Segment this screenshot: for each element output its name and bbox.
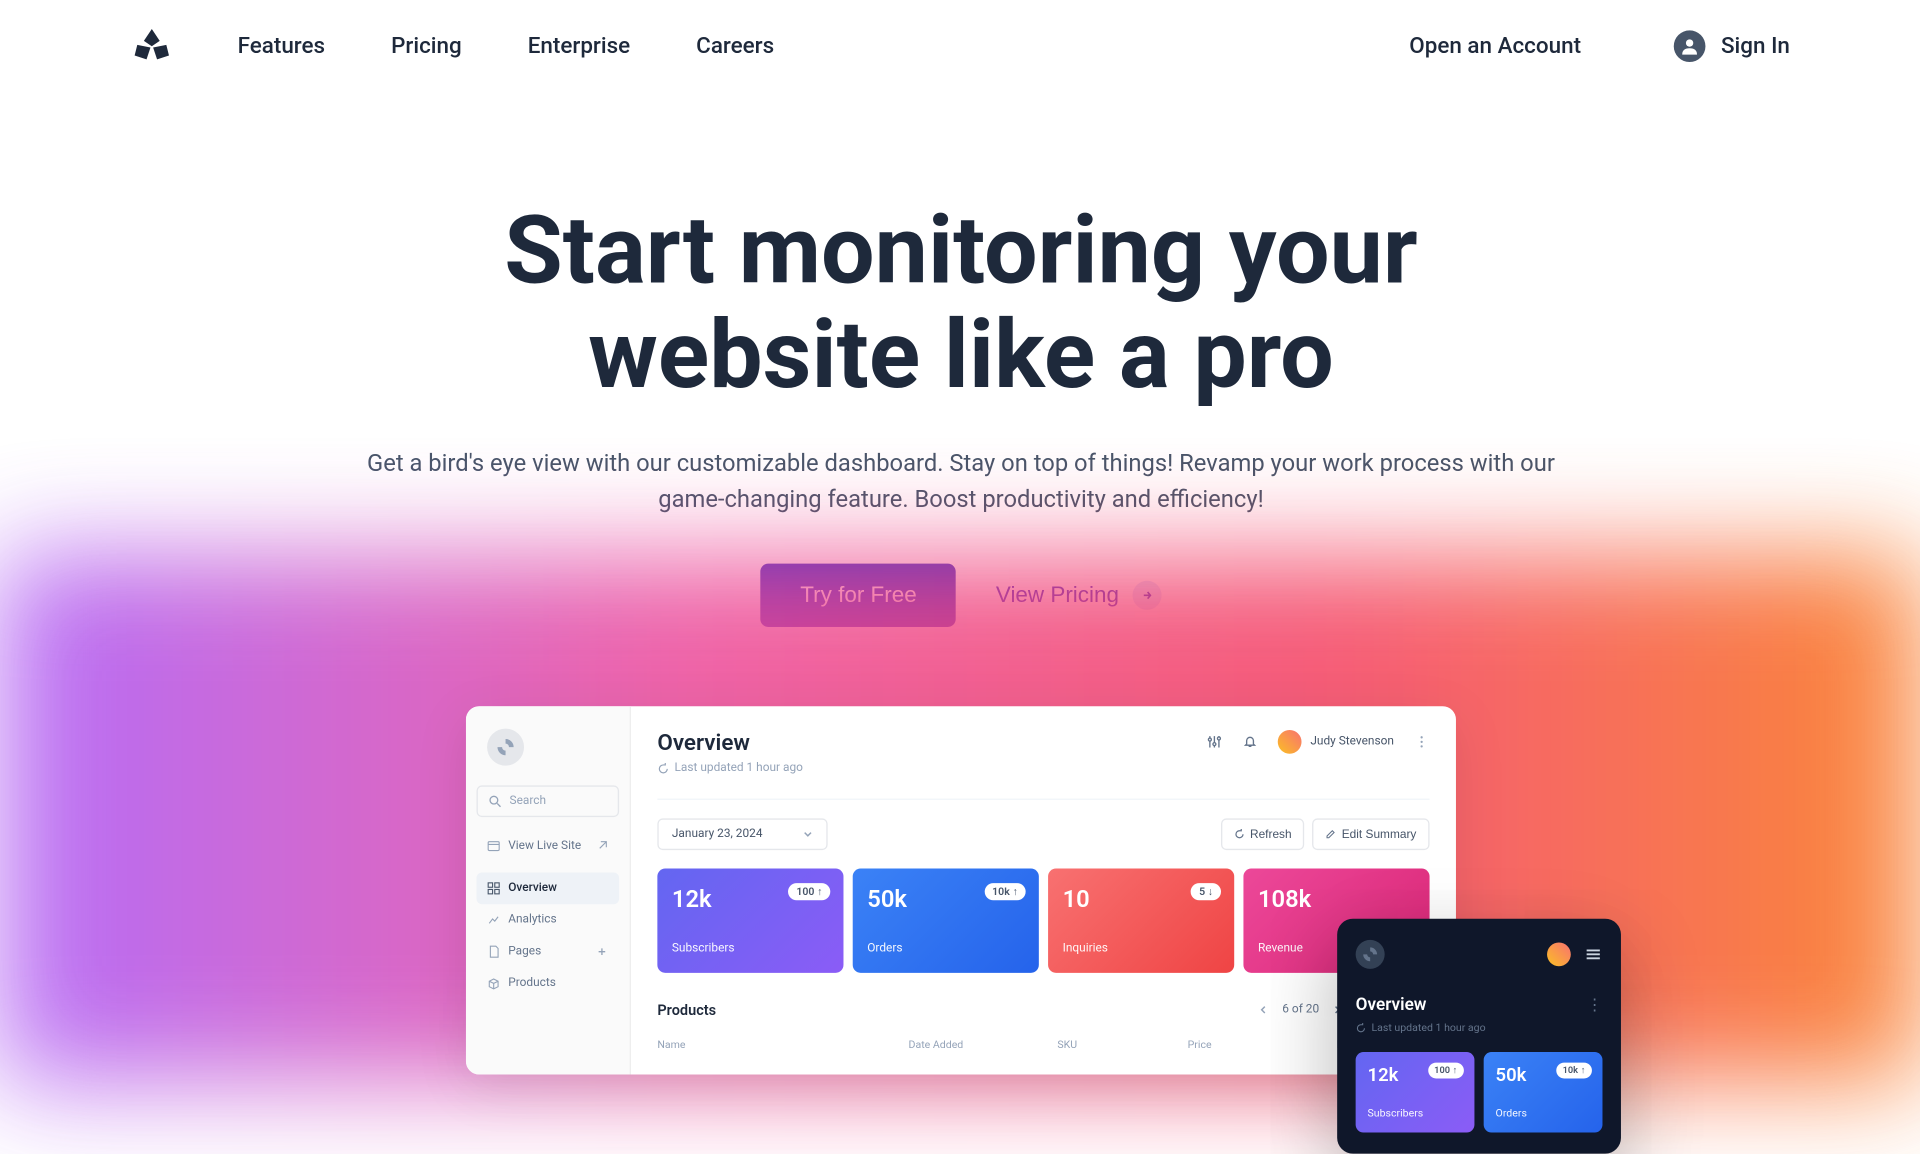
refresh-icon xyxy=(1234,829,1245,840)
refresh-button[interactable]: Refresh xyxy=(1221,819,1305,851)
sidebar-item-analytics[interactable]: Analytics xyxy=(477,905,620,937)
dashboard-header-right: Judy Stevenson xyxy=(1206,730,1429,754)
chevron-down-icon xyxy=(802,829,813,840)
edit-icon xyxy=(1326,829,1337,840)
sign-in-button[interactable]: Sign In xyxy=(1673,30,1789,62)
stat-label: Subscribers xyxy=(1368,1108,1463,1120)
nav-pricing[interactable]: Pricing xyxy=(391,33,462,59)
date-picker[interactable]: January 23, 2024 xyxy=(657,819,827,851)
hero-title: Start monitoring your website like a pro xyxy=(367,198,1555,407)
view-live-label: View Live Site xyxy=(508,840,581,853)
more-icon[interactable] xyxy=(1414,734,1430,750)
nav-enterprise[interactable]: Enterprise xyxy=(528,33,630,59)
products-section: Products 6 of 20 Search Name Date Added xyxy=(657,997,1429,1051)
logo[interactable] xyxy=(132,26,172,66)
dashboard-preview: Search View Live Site Overview Ana xyxy=(0,707,1920,1075)
sidebar-overview-label: Overview xyxy=(508,882,557,895)
col-date: Date Added xyxy=(909,1039,1058,1051)
dashboard-desktop: Search View Live Site Overview Ana xyxy=(466,707,1456,1075)
dashboard-toolbar: January 23, 2024 Refresh Edit Summary xyxy=(657,799,1429,850)
stat-label: Orders xyxy=(867,943,1024,956)
mobile-updated: Last updated 1 hour ago xyxy=(1356,1022,1603,1034)
search-icon xyxy=(488,795,501,808)
header: Features Pricing Enterprise Careers Open… xyxy=(0,0,1920,92)
refresh-icon xyxy=(1356,1023,1367,1034)
sidebar-item-products[interactable]: Products xyxy=(477,968,620,1000)
mobile-title: Overview xyxy=(1356,996,1603,1016)
dashboard-mobile: Overview ⋮ Last updated 1 hour ago 100↑ … xyxy=(1337,919,1621,1154)
sidebar-item-pages[interactable]: Pages xyxy=(477,936,620,968)
col-name: Name xyxy=(657,1039,908,1051)
plus-icon xyxy=(595,946,608,959)
user-icon xyxy=(1673,30,1705,62)
sidebar-search[interactable]: Search xyxy=(477,786,620,818)
stat-label: Subscribers xyxy=(672,943,829,956)
mobile-topbar xyxy=(1356,940,1603,969)
sidebar-products-label: Products xyxy=(508,977,556,990)
stat-badge: 5↓ xyxy=(1191,884,1221,901)
col-price: Price xyxy=(1188,1039,1337,1051)
stat-cards: 100↑ 12k Subscribers 10k↑ 50k Orders 5↓ … xyxy=(657,869,1429,973)
header-right: Open an Account Sign In xyxy=(1409,30,1790,62)
chevron-left-icon[interactable] xyxy=(1259,1005,1270,1016)
bell-icon[interactable] xyxy=(1242,734,1258,750)
sidebar-search-placeholder: Search xyxy=(510,795,547,808)
mobile-stat-subscribers[interactable]: 100↑ 12k Subscribers xyxy=(1356,1053,1475,1134)
stat-orders[interactable]: 10k↑ 50k Orders xyxy=(853,869,1039,973)
dashboard-updated: Last updated 1 hour ago xyxy=(657,762,803,775)
sign-in-label: Sign In xyxy=(1721,33,1790,59)
stat-label: Inquiries xyxy=(1063,943,1220,956)
nav-features[interactable]: Features xyxy=(238,33,326,59)
dashboard-main: Overview Last updated 1 hour ago Judy St… xyxy=(631,707,1456,1075)
stat-inquiries[interactable]: 5↓ 10 Inquiries xyxy=(1048,869,1234,973)
dashboard-header: Overview Last updated 1 hour ago Judy St… xyxy=(657,730,1429,775)
nav-links: Features Pricing Enterprise Careers xyxy=(238,33,775,59)
grid-icon xyxy=(487,882,500,895)
mobile-avatar xyxy=(1547,943,1571,967)
table-header: Name Date Added SKU Price Purchases xyxy=(657,1039,1429,1051)
open-account-link[interactable]: Open an Account xyxy=(1409,33,1581,59)
stat-badge: 10k↑ xyxy=(984,884,1025,901)
stat-badge: 10k↑ xyxy=(1556,1063,1592,1079)
edit-summary-button[interactable]: Edit Summary xyxy=(1313,819,1430,851)
stat-badge: 100↑ xyxy=(788,884,830,901)
dashboard-updated-text: Last updated 1 hour ago xyxy=(675,762,803,775)
nav-careers[interactable]: Careers xyxy=(696,33,774,59)
refresh-icon xyxy=(657,763,669,775)
mobile-updated-text: Last updated 1 hour ago xyxy=(1371,1022,1485,1034)
external-link-icon xyxy=(595,840,608,853)
page-icon xyxy=(487,946,500,959)
dashboard-sidebar: Search View Live Site Overview Ana xyxy=(466,707,631,1075)
stat-subscribers[interactable]: 100↑ 12k Subscribers xyxy=(657,869,843,973)
mobile-logo-icon xyxy=(1356,940,1385,969)
products-header: Products 6 of 20 Search xyxy=(657,997,1429,1023)
analytics-icon xyxy=(487,914,500,927)
stat-badge: 100↑ xyxy=(1428,1063,1464,1079)
sidebar-pages-label: Pages xyxy=(508,946,541,959)
mobile-stat-cards: 100↑ 12k Subscribers 10k↑ 50k Orders xyxy=(1356,1053,1603,1134)
sidebar-item-overview[interactable]: Overview xyxy=(477,873,620,905)
col-sku: SKU xyxy=(1057,1039,1187,1051)
avatar xyxy=(1277,730,1301,754)
menu-icon[interactable] xyxy=(1584,946,1602,964)
user-name: Judy Stevenson xyxy=(1310,736,1394,749)
stat-value: 108k xyxy=(1258,886,1415,914)
products-title: Products xyxy=(657,1002,716,1019)
refresh-label: Refresh xyxy=(1250,828,1292,841)
date-value: January 23, 2024 xyxy=(672,828,763,841)
sidebar-view-live[interactable]: View Live Site xyxy=(477,831,620,863)
sliders-icon[interactable] xyxy=(1206,734,1222,750)
dashboard-title: Overview xyxy=(657,730,803,756)
stat-label: Orders xyxy=(1496,1108,1591,1120)
browser-icon xyxy=(487,840,500,853)
user-menu[interactable]: Judy Stevenson xyxy=(1277,730,1394,754)
box-icon xyxy=(487,977,500,990)
hero-subtitle: Get a bird's eye view with our customiza… xyxy=(341,447,1582,518)
pagination-label: 6 of 20 xyxy=(1282,1004,1319,1017)
edit-label: Edit Summary xyxy=(1342,828,1417,841)
mobile-stat-orders[interactable]: 10k↑ 50k Orders xyxy=(1484,1053,1603,1134)
dashboard-logo-icon xyxy=(487,729,524,766)
sidebar-analytics-label: Analytics xyxy=(508,914,556,927)
mobile-more-icon[interactable]: ⋮ xyxy=(1587,996,1603,1014)
